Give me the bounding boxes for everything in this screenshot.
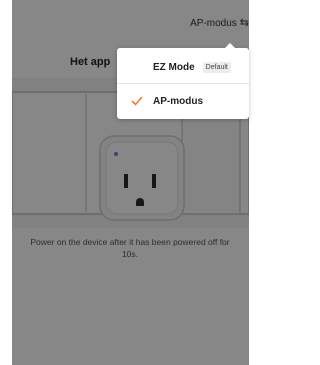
menu-item-ap-mode[interactable]: AP-modus [117,84,249,118]
ap-mode-label: AP-modus [153,95,203,107]
ez-mode-label: EZ Mode [153,61,195,73]
checkmark-icon [131,96,143,106]
default-badge: Default [202,61,231,73]
mode-popup-menu: EZ Mode Default AP-modus [117,43,249,119]
menu-item-ez-mode[interactable]: EZ Mode Default [117,50,249,84]
